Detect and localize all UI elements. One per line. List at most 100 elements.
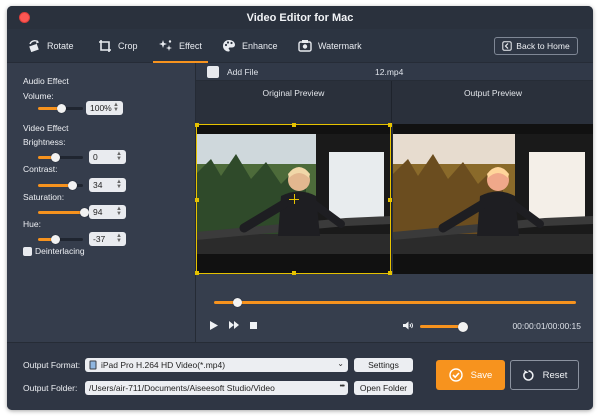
- contrast-slider-knob[interactable]: [68, 181, 77, 190]
- brightness-stepper[interactable]: 0 ▲ ▼: [89, 150, 126, 164]
- tab-watermark[interactable]: Watermark: [298, 29, 362, 63]
- original-video-image: [196, 124, 391, 274]
- stepper-arrows-icon[interactable]: ▲ ▼: [116, 151, 122, 162]
- tab-crop-label: Crop: [118, 41, 138, 51]
- output-video-frame: [393, 124, 593, 274]
- audio-effect-heading: Audio Effect: [23, 76, 69, 86]
- original-preview: Original Preview: [195, 81, 392, 275]
- contrast-slider[interactable]: [38, 181, 83, 190]
- stop-icon: [249, 321, 257, 329]
- hue-value: -37: [93, 234, 106, 244]
- preview-area: Original Preview Output Preview: [195, 81, 593, 275]
- reset-label: Reset: [542, 369, 568, 381]
- volume-stepper[interactable]: 100% ▲ ▼: [86, 101, 123, 115]
- preview-panel: Add File 12.mp4 Original Preview Output …: [195, 63, 593, 342]
- watermark-icon: [298, 40, 312, 52]
- stepper-arrows-icon[interactable]: ▲ ▼: [113, 102, 119, 113]
- add-file-icon[interactable]: [207, 66, 219, 78]
- original-preview-label: Original Preview: [262, 88, 325, 98]
- video-effect-heading: Video Effect: [23, 123, 69, 133]
- saturation-slider[interactable]: [38, 208, 89, 217]
- fast-forward-button[interactable]: [228, 319, 240, 331]
- effect-settings-panel: Audio Effect Volume: 100% ▲ ▼ Video Effec…: [7, 63, 195, 342]
- output-folder-value: /Users/air-711/Documents/Aiseesoft Studi…: [89, 383, 275, 393]
- output-format-select[interactable]: iPad Pro H.264 HD Video(*.mp4) ⌄: [85, 358, 348, 372]
- brightness-value: 0: [93, 152, 98, 162]
- crop-icon: [99, 40, 111, 52]
- stop-button[interactable]: [247, 319, 259, 331]
- volume-label: Volume:: [23, 91, 54, 101]
- volume-button[interactable]: [402, 319, 414, 331]
- home-icon: [502, 41, 512, 51]
- original-video-frame: [196, 124, 391, 274]
- reset-icon: [522, 369, 534, 381]
- tab-rotate[interactable]: Rotate: [27, 29, 74, 63]
- tab-enhance[interactable]: Enhance: [222, 29, 278, 63]
- save-label: Save: [470, 369, 493, 381]
- player-controls: 00:00:01/00:00:15: [196, 319, 593, 335]
- browse-folder-button[interactable]: •••: [340, 383, 345, 390]
- add-file-button[interactable]: Add File: [227, 67, 258, 77]
- brightness-slider-knob[interactable]: [51, 153, 60, 162]
- contrast-value: 34: [93, 180, 103, 190]
- deinterlacing-label: Deinterlacing: [35, 246, 85, 256]
- output-video-image: [393, 124, 593, 274]
- deinterlacing-checkbox[interactable]: [23, 247, 32, 256]
- output-bar: Output Format: iPad Pro H.264 HD Video(*…: [7, 342, 593, 410]
- back-to-home-label: Back to Home: [516, 41, 570, 51]
- speaker-icon: [402, 321, 413, 329]
- checkmark-circle-icon: [448, 368, 463, 382]
- contrast-stepper[interactable]: 34 ▲ ▼: [89, 178, 126, 192]
- volume-slider-knob[interactable]: [57, 104, 66, 113]
- hue-label: Hue:: [23, 219, 41, 229]
- open-folder-button[interactable]: Open Folder: [354, 381, 413, 395]
- add-file-bar: Add File 12.mp4: [196, 63, 593, 81]
- player-volume-knob[interactable]: [458, 321, 468, 332]
- playback-time: 00:00:01/00:00:15: [512, 321, 581, 331]
- timeline-slider[interactable]: [214, 298, 576, 307]
- output-format-value: iPad Pro H.264 HD Video(*.mp4): [101, 360, 226, 370]
- reset-button[interactable]: Reset: [510, 360, 579, 390]
- output-folder-label: Output Folder:: [23, 383, 78, 393]
- rotate-icon: [29, 40, 39, 53]
- hue-slider-knob[interactable]: [51, 235, 60, 244]
- play-icon: [210, 320, 218, 330]
- output-preview-label: Output Preview: [463, 88, 523, 98]
- title-bar: Video Editor for Mac: [7, 6, 593, 29]
- back-to-home-button[interactable]: Back to Home: [494, 37, 578, 55]
- ipad-icon: [89, 360, 97, 370]
- tab-crop[interactable]: Crop: [98, 29, 138, 63]
- volume-slider[interactable]: [38, 104, 83, 113]
- contrast-label: Contrast:: [23, 164, 58, 174]
- output-preview: Output Preview: [393, 81, 593, 274]
- app-window: Video Editor for Mac Rotate Crop Effect …: [7, 6, 593, 410]
- current-filename: 12.mp4: [375, 67, 404, 77]
- toolbar: Rotate Crop Effect Enhance Watermark Bac…: [7, 29, 593, 63]
- close-window-button[interactable]: [19, 12, 30, 23]
- stepper-arrows-icon[interactable]: ▲ ▼: [116, 206, 122, 217]
- play-button[interactable]: [208, 319, 220, 331]
- tab-enhance-label: Enhance: [242, 41, 278, 51]
- saturation-slider-knob[interactable]: [80, 208, 89, 217]
- timeline-knob[interactable]: [233, 298, 242, 307]
- fast-forward-icon: [229, 321, 239, 329]
- volume-value: 100%: [90, 103, 112, 113]
- saturation-stepper[interactable]: 94 ▲ ▼: [89, 205, 126, 219]
- stepper-arrows-icon[interactable]: ▲ ▼: [116, 179, 122, 190]
- settings-button[interactable]: Settings: [354, 358, 413, 372]
- brightness-label: Brightness:: [23, 137, 66, 147]
- tab-effect[interactable]: Effect: [153, 29, 208, 63]
- tab-rotate-label: Rotate: [47, 41, 74, 51]
- hue-stepper[interactable]: -37 ▲ ▼: [89, 232, 126, 246]
- effect-icon: [159, 40, 172, 51]
- hue-slider[interactable]: [38, 235, 83, 244]
- chevron-down-icon[interactable]: ⌄: [337, 359, 344, 368]
- stepper-arrows-icon[interactable]: ▲ ▼: [116, 233, 122, 244]
- output-folder-field[interactable]: /Users/air-711/Documents/Aiseesoft Studi…: [85, 381, 348, 395]
- save-button[interactable]: Save: [436, 360, 505, 390]
- saturation-label: Saturation:: [23, 192, 65, 202]
- palette-icon: [223, 40, 235, 52]
- tab-effect-label: Effect: [179, 41, 202, 51]
- player-volume-slider[interactable]: [420, 321, 468, 332]
- brightness-slider[interactable]: [38, 153, 83, 162]
